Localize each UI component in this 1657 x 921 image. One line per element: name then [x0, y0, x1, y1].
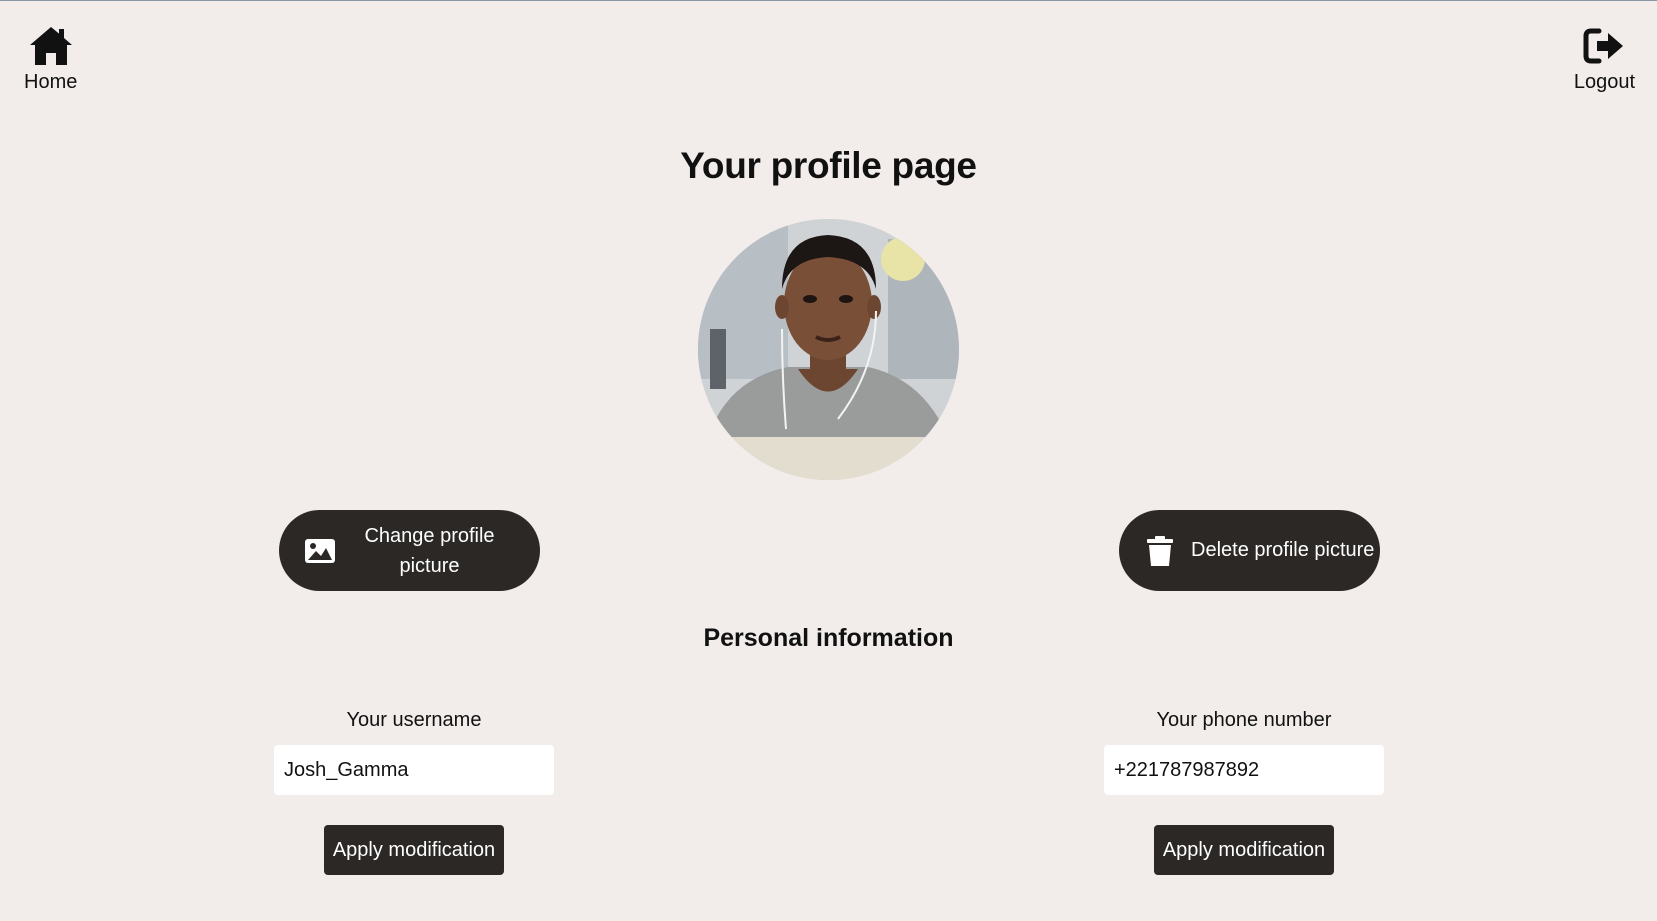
- apply-phone-button[interactable]: Apply modification: [1154, 825, 1334, 875]
- logout-link[interactable]: Logout: [1574, 25, 1635, 93]
- image-icon: [305, 538, 335, 563]
- profile-photo: [698, 219, 959, 480]
- trash-icon: [1147, 535, 1173, 566]
- phone-number-input[interactable]: [1104, 745, 1384, 795]
- apply-username-button[interactable]: Apply modification: [324, 825, 504, 875]
- home-icon: [29, 27, 72, 65]
- username-label: Your username: [346, 709, 482, 731]
- page-title: Your profile page: [680, 145, 977, 186]
- home-link[interactable]: Home: [24, 25, 77, 93]
- home-label: Home: [24, 71, 78, 93]
- logout-label: Logout: [1573, 71, 1635, 93]
- change-label-line1: Change profile: [364, 524, 495, 547]
- logout-icon: [1583, 28, 1624, 64]
- delete-profile-picture-button[interactable]: Delete profile picture: [1119, 510, 1380, 591]
- change-label-line2: picture: [399, 554, 460, 577]
- phone-number-label: Your phone number: [1156, 709, 1332, 731]
- delete-profile-picture-label: Delete profile picture: [1191, 539, 1375, 561]
- change-profile-picture-label: Change profile picture: [337, 521, 540, 581]
- change-profile-picture-button[interactable]: Change profile picture: [279, 510, 540, 591]
- username-input[interactable]: [274, 745, 554, 795]
- personal-information-heading: Personal information: [703, 624, 954, 652]
- profile-avatar: [698, 219, 959, 480]
